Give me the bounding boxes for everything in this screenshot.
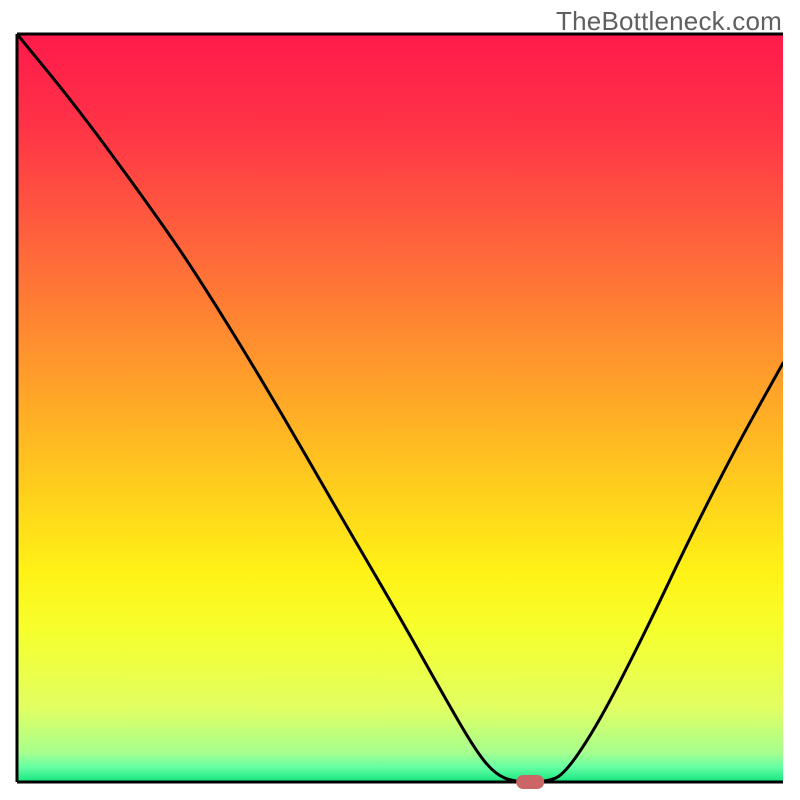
plot-area (17, 34, 783, 782)
gradient-background (17, 34, 783, 782)
bottleneck-curve-chart (0, 0, 800, 800)
optimal-marker (516, 775, 544, 789)
plot-container: TheBottleneck.com (0, 0, 800, 800)
watermark-label: TheBottleneck.com (556, 6, 782, 37)
